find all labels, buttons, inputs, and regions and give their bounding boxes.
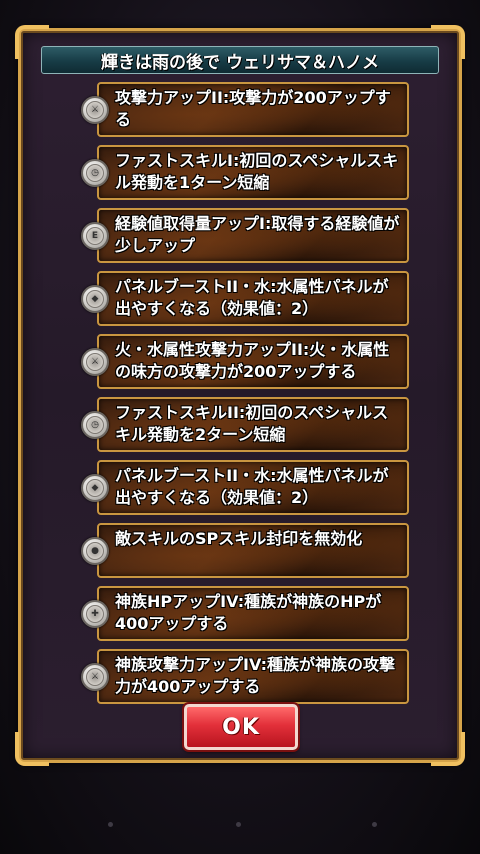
skill-row: 神族HPアップIV:種族が神族のHPが400アップする <box>97 586 409 641</box>
hp-badge-icon: ✚ <box>81 600 109 628</box>
attribute-attack-badge-icon: ⚔ <box>81 348 109 376</box>
sword-badge-icon: ⚔ <box>81 663 109 691</box>
ok-button[interactable]: OK <box>184 704 298 750</box>
ok-button-label: OK <box>222 714 260 740</box>
skill-row: 経験値取得量アップI:取得する経験値が少しアップ <box>97 208 409 263</box>
panel-badge-icon: ◆ <box>81 285 109 313</box>
skill-row: 火・水属性攻撃力アップII:火・水属性の味方の攻撃力が200アップする <box>97 334 409 389</box>
skill-description: 火・水属性攻撃力アップII:火・水属性の味方の攻撃力が200アップする <box>115 340 390 381</box>
exp-badge-icon: E <box>81 222 109 250</box>
page-dot <box>236 822 241 827</box>
skill-row: パネルブーストII・水:水属性パネルが出やすくなる（効果値：2） <box>97 271 409 326</box>
skill-description: 攻撃力アップII:攻撃力が200アップする <box>115 88 391 129</box>
panel-badge-icon: ◆ <box>81 474 109 502</box>
skill-row: 攻撃力アップII:攻撃力が200アップする <box>97 82 409 137</box>
skill-description: パネルブーストII・水:水属性パネルが出やすくなる（効果値：2） <box>115 466 389 507</box>
skill-description: 神族HPアップIV:種族が神族のHPが400アップする <box>115 592 382 633</box>
page-dot <box>108 822 113 827</box>
page-indicator <box>0 800 480 854</box>
skill-description: ファストスキルII:初回のスペシャルスキル発動を2ターン短縮 <box>115 403 389 444</box>
skill-row: 神族攻撃力アップIV:種族が神族の攻撃力が400アップする <box>97 649 409 704</box>
skill-row: パネルブーストII・水:水属性パネルが出やすくなる（効果値：2） <box>97 460 409 515</box>
clock-badge-icon: ◷ <box>81 411 109 439</box>
skill-row: ファストスキルI:初回のスペシャルスキル発動を1ターン短縮 <box>97 145 409 200</box>
skill-description: ファストスキルI:初回のスペシャルスキル発動を1ターン短縮 <box>115 151 399 192</box>
skill-list: 攻撃力アップII:攻撃力が200アップする ファストスキルI:初回のスペシャルス… <box>21 31 459 760</box>
skill-description: 経験値取得量アップI:取得する経験値が少しアップ <box>115 214 400 255</box>
clock-badge-icon: ◷ <box>81 159 109 187</box>
page-dot <box>372 822 377 827</box>
sword-badge-icon: ⚔ <box>81 96 109 124</box>
skill-description: 敵スキルのSPスキル封印を無効化 <box>115 529 363 548</box>
skill-row: ファストスキルII:初回のスペシャルスキル発動を2ターン短縮 <box>97 397 409 452</box>
seal-guard-badge-icon: ● <box>81 537 109 565</box>
skill-dialog: 輝きは雨の後で ウェリサマ＆ハノメ 攻撃力アップII:攻撃力が200アップする … <box>15 25 465 766</box>
skill-description: 神族攻撃力アップIV:種族が神族の攻撃力が400アップする <box>115 655 396 696</box>
skill-description: パネルブーストII・水:水属性パネルが出やすくなる（効果値：2） <box>115 277 389 318</box>
skill-row: 敵スキルのSPスキル封印を無効化 <box>97 523 409 578</box>
